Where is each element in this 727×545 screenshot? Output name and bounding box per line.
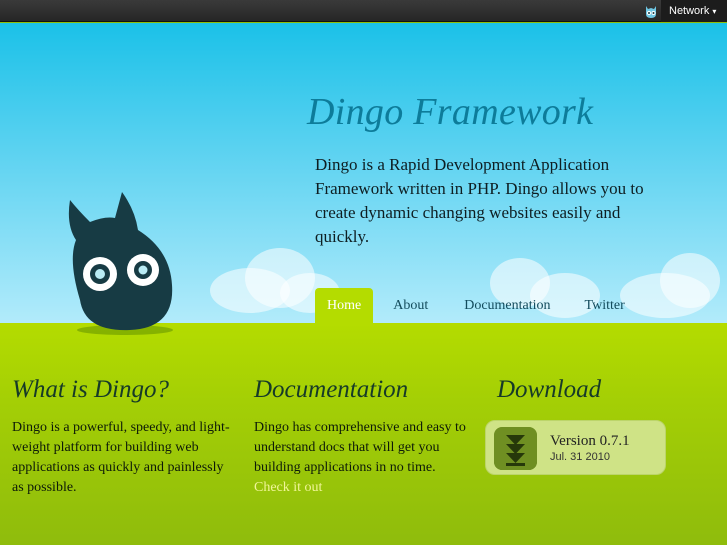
dingo-mascot-icon	[68, 192, 173, 335]
dingo-mini-icon	[646, 6, 656, 18]
intro-text: Dingo is a Rapid Development Application…	[315, 155, 644, 246]
documentation-heading: Documentation	[254, 376, 409, 403]
nav-documentation[interactable]: Documentation	[452, 288, 562, 323]
download-date: Jul. 31 2010	[550, 451, 610, 463]
download-button[interactable]: Version 0.7.1 Jul. 31 2010	[485, 420, 666, 475]
network-menu[interactable]: Network ▾	[661, 0, 727, 22]
nav-home[interactable]: Home	[315, 288, 374, 323]
nav-about[interactable]: About	[381, 288, 440, 323]
what-is-dingo-text: Dingo is a powerful, speedy, and light-w…	[12, 420, 230, 495]
download-version: Version 0.7.1	[550, 433, 630, 449]
network-bar: Network ▾	[0, 0, 727, 22]
network-label: Network	[669, 5, 710, 17]
download-arrow-icon	[494, 427, 537, 470]
main-nav: Home About Documentation Twitter	[315, 288, 645, 323]
documentation-text: Dingo has comprehensive and easy to unde…	[254, 418, 474, 498]
site-title: Dingo Framework	[307, 91, 594, 133]
what-is-dingo-heading: What is Dingo?	[12, 376, 169, 403]
check-it-out-link[interactable]: Check it out	[254, 478, 322, 498]
chevron-down-icon: ▾	[712, 6, 717, 16]
download-heading: Download	[497, 376, 602, 403]
documentation-description: Dingo has comprehensive and easy to unde…	[254, 420, 466, 475]
nav-twitter[interactable]: Twitter	[573, 288, 637, 323]
